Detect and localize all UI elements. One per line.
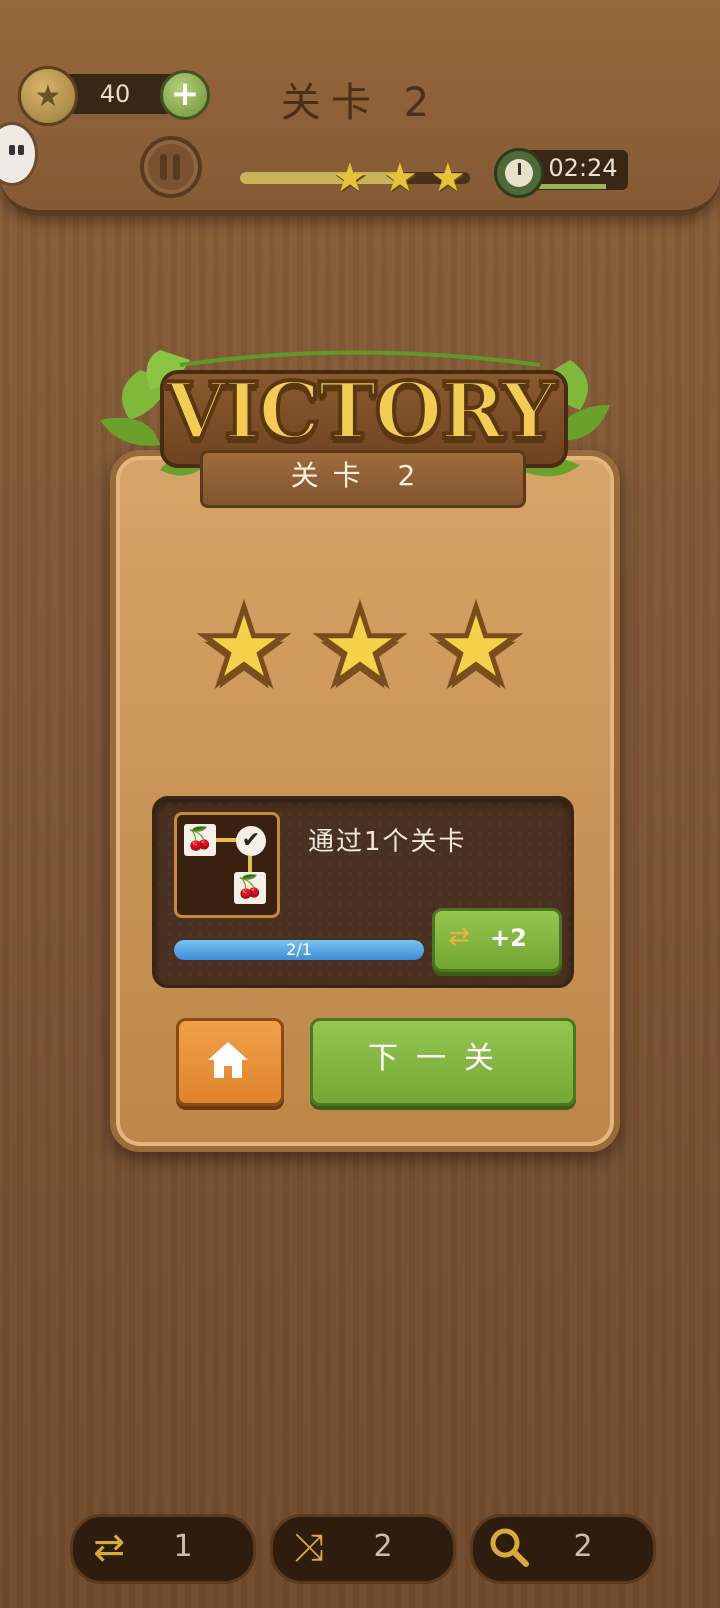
progress-star-icon: ★ [382, 155, 418, 201]
cherry-card-icon: 🍒 [184, 824, 216, 856]
check-icon: ✔ [236, 826, 266, 856]
coin-count: 40 [99, 80, 131, 108]
progress-star-icon: ★ [430, 155, 466, 201]
timer-fill [532, 184, 606, 189]
result-star-icon: ★ [427, 585, 525, 707]
next-level-label: 下一关 [368, 1041, 512, 1076]
level-progress-fill [240, 172, 406, 184]
star-coin-icon: ★ [18, 66, 78, 126]
tool-count: 2 [373, 1529, 393, 1564]
victory-title: VICTORY [163, 364, 558, 459]
alarm-clock-icon [494, 148, 544, 198]
home-icon [208, 1042, 248, 1078]
task-description: 通过1个关卡 [308, 827, 467, 857]
level-subtitle: 关卡 2 [290, 459, 430, 492]
result-star-icon: ★ [195, 585, 293, 707]
level-title: 关卡 2 [280, 80, 440, 126]
add-coins-button[interactable]: + [160, 70, 210, 120]
shuffle-icon: ⤨ [293, 1525, 325, 1569]
reward-amount: +2 [490, 924, 527, 952]
timer-text: 02:24 [548, 154, 618, 182]
swap-image-icon: ⇄ [93, 1525, 125, 1569]
progress-star-icon: ★ [332, 155, 368, 201]
cherry-card-icon: 🍒 [234, 872, 266, 904]
link-line [248, 856, 252, 872]
result-star-icon: ★ [311, 585, 409, 707]
search-icon [490, 1528, 529, 1567]
tool-count: 2 [573, 1529, 593, 1564]
link-line [216, 838, 238, 842]
tool-count: 1 [173, 1529, 193, 1564]
task-progress-text: 2/1 [286, 940, 312, 959]
swap-image-icon: ⇄ [448, 922, 470, 952]
pause-button[interactable] [140, 136, 202, 198]
